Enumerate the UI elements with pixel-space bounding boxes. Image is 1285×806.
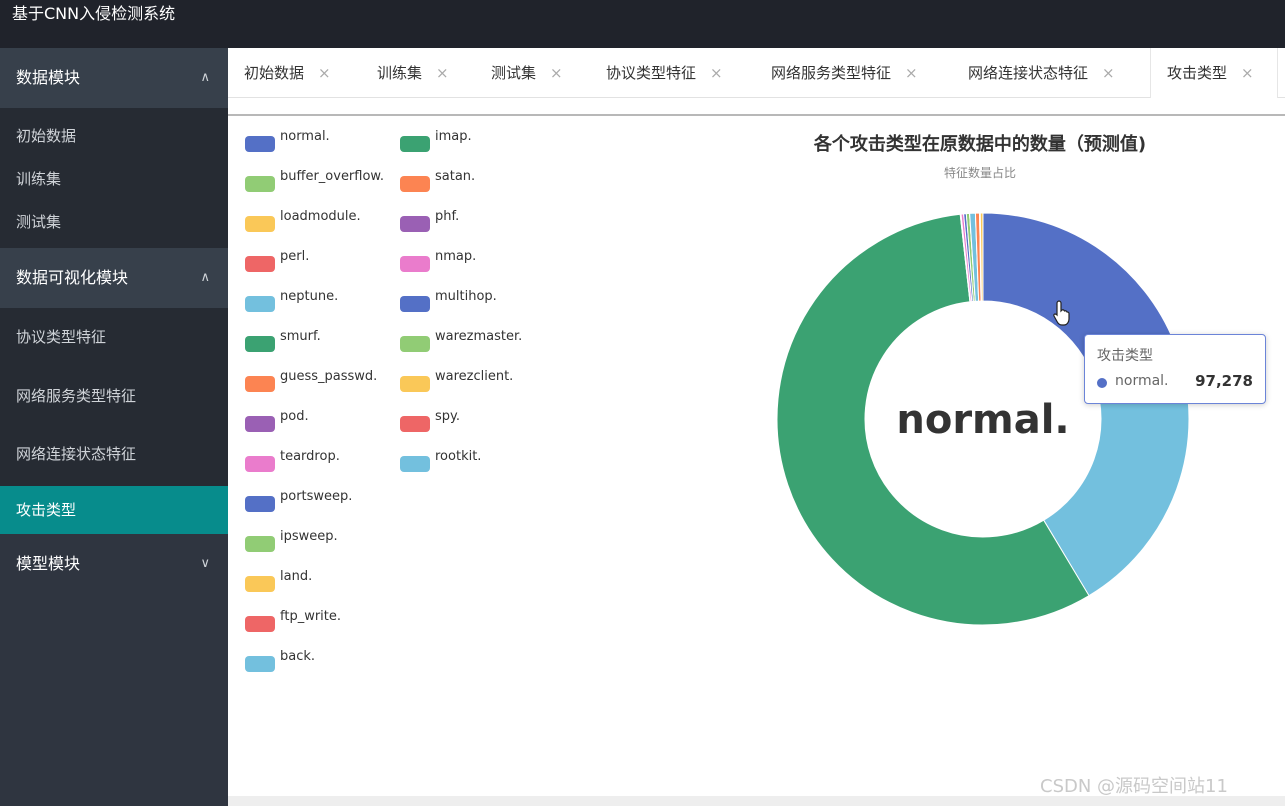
tab-label: 协议类型特征 — [606, 64, 697, 82]
menu-group-data[interactable]: 数据模块 ∧ — [0, 48, 228, 108]
tab-label: 攻击类型 — [1167, 64, 1228, 82]
hand-cursor-icon — [1053, 300, 1070, 326]
close-icon[interactable]: × — [1102, 64, 1115, 82]
tab-label: 测试集 — [491, 64, 537, 82]
tab-label: 训练集 — [377, 64, 423, 82]
sidebar-item-attack-type[interactable]: 攻击类型 — [0, 486, 228, 534]
sidebar-item-label: 攻击类型 — [16, 501, 77, 519]
sidebar-item-label: 网络服务类型特征 — [16, 387, 137, 405]
tab-label: 网络服务类型特征 — [771, 64, 892, 82]
sidebar-item-label: 初始数据 — [16, 127, 77, 145]
donut-center-label: normal. — [896, 397, 1069, 443]
tooltip-series-dot — [1097, 378, 1107, 388]
watermark: CSDN @源码空间站11 — [1040, 776, 1228, 797]
chevron-up-icon: ∧ — [200, 70, 210, 85]
tab-training-set[interactable]: 训练集 × — [361, 48, 449, 98]
tab-bar: 初始数据 × 训练集 × 测试集 × 协议类型特征 × 网络服务类型特征 × 网络连接状态… — [228, 48, 1285, 98]
tab-test-set[interactable]: 测试集 × — [475, 48, 563, 98]
sidebar-item-protocol-type[interactable]: 协议类型特征 — [0, 308, 228, 366]
tooltip-name: normal. — [1115, 373, 1169, 389]
close-icon[interactable]: × — [550, 64, 563, 82]
chart-tooltip: 攻击类型 normal. 97,278 — [1084, 334, 1266, 404]
tab-initial-data[interactable]: 初始数据 × — [228, 48, 331, 98]
menu-group-label: 数据可视化模块 — [16, 268, 129, 287]
app-title: 基于CNN入侵检测系统 — [0, 0, 228, 48]
bottom-strip — [228, 796, 1285, 806]
sidebar-item-service-type[interactable]: 网络服务类型特征 — [0, 366, 228, 426]
tab-label: 网络连接状态特征 — [968, 64, 1089, 82]
tooltip-value: 97,278 — [1195, 372, 1253, 390]
tab-connection-status[interactable]: 网络连接状态特征 × — [952, 48, 1115, 98]
sidebar-item-connection-status[interactable]: 网络连接状态特征 — [0, 426, 228, 486]
menu-group-label: 模型模块 — [16, 554, 81, 573]
chevron-up-icon: ∧ — [200, 270, 210, 285]
close-icon[interactable]: × — [318, 64, 331, 82]
close-icon[interactable]: × — [905, 64, 918, 82]
close-icon[interactable]: × — [436, 64, 449, 82]
sidebar-item-label: 测试集 — [16, 213, 62, 231]
sidebar: 基于CNN入侵检测系统 数据模块 ∧ 初始数据 训练集 测试集 数据可视化模块 … — [0, 0, 228, 806]
tooltip-title: 攻击类型 — [1097, 348, 1153, 364]
chart-panel: normal. buffer_overflow. loadmodule. perl. n… — [230, 116, 1285, 796]
sidebar-item-test-set[interactable]: 测试集 — [0, 202, 228, 248]
chevron-down-icon: ∨ — [200, 556, 210, 571]
sidebar-item-label: 训练集 — [16, 170, 62, 188]
close-icon[interactable]: × — [1241, 64, 1254, 82]
menu-group-model[interactable]: 模型模块 ∨ — [0, 534, 228, 594]
close-icon[interactable]: × — [710, 64, 723, 82]
sidebar-item-initial-data[interactable]: 初始数据 — [0, 108, 228, 156]
sidebar-item-label: 网络连接状态特征 — [16, 445, 137, 463]
tab-attack-type[interactable]: 攻击类型 × — [1150, 48, 1278, 98]
sidebar-item-training-set[interactable]: 训练集 — [0, 156, 228, 202]
menu-group-label: 数据模块 — [16, 68, 81, 87]
tab-service-type[interactable]: 网络服务类型特征 × — [755, 48, 918, 98]
tab-protocol-type[interactable]: 协议类型特征 × — [590, 48, 723, 98]
menu-group-visualization[interactable]: 数据可视化模块 ∧ — [0, 248, 228, 308]
tab-label: 初始数据 — [244, 64, 305, 82]
sidebar-item-label: 协议类型特征 — [16, 328, 107, 346]
